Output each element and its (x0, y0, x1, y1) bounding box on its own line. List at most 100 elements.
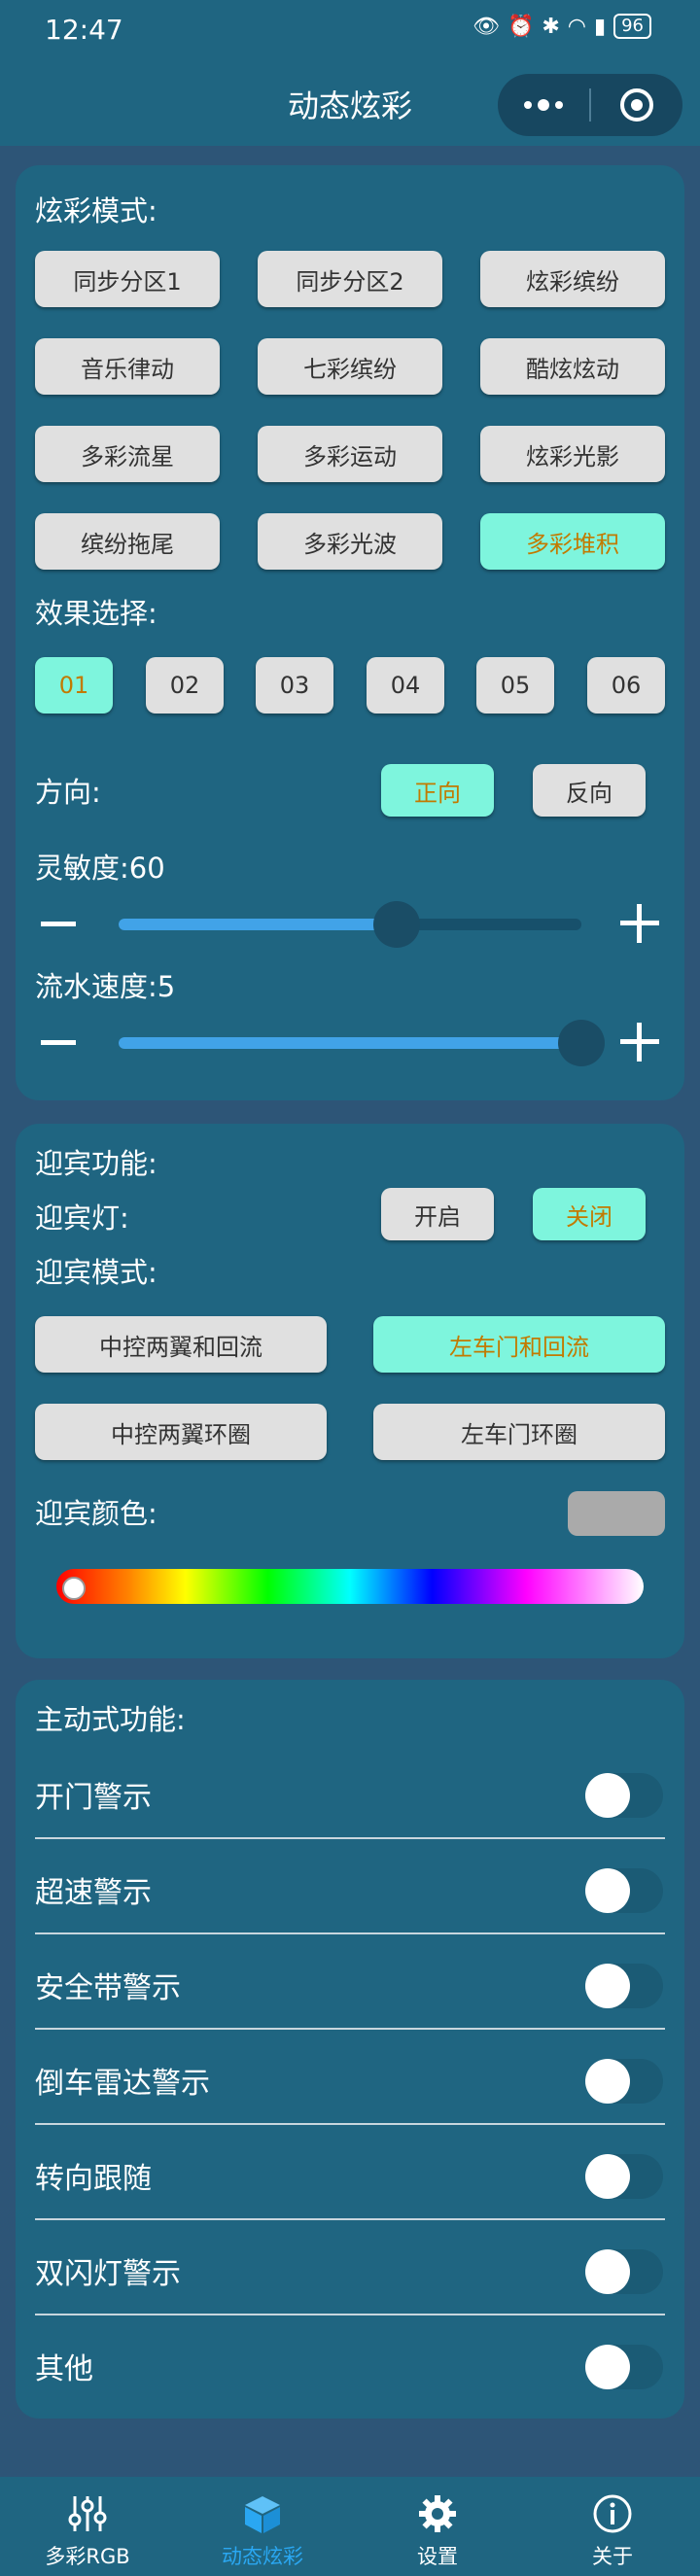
effect-button-selected[interactable]: 01 (35, 657, 113, 714)
close-miniapp-button[interactable] (591, 74, 682, 136)
welcome-light-label: 迎宾灯: (35, 1201, 129, 1235)
direction-reverse-button[interactable]: 反向 (533, 764, 646, 817)
toggle-row: 超速警示 (35, 1839, 665, 1934)
welcome-mode-label: 迎宾模式: (35, 1256, 158, 1289)
welcome-card: 迎宾功能: 迎宾灯: 开启 关闭 迎宾模式: 中控两翼和回流 左车门和回流 中控… (16, 1124, 684, 1658)
welcome-on-button[interactable]: 开启 (381, 1188, 494, 1240)
direction-forward-button[interactable]: 正向 (381, 764, 494, 817)
mode-button[interactable]: 七彩缤纷 (258, 338, 442, 395)
toggle-label: 安全带警示 (35, 1971, 181, 2005)
mode-button[interactable]: 同步分区2 (258, 251, 442, 307)
door-warning-toggle[interactable] (585, 1773, 663, 1818)
effect-section-title: 效果选择: (35, 597, 158, 630)
mode-button[interactable]: 炫彩缤纷 (480, 251, 665, 307)
sensitivity-slider-fill (119, 919, 397, 930)
mode-button[interactable]: 音乐律动 (35, 338, 220, 395)
welcome-mode-button[interactable]: 左车门环圈 (373, 1404, 665, 1460)
sensitivity-value: 60 (128, 852, 165, 885)
status-time: 12:47 (45, 14, 123, 46)
sensitivity-slider[interactable] (119, 901, 581, 948)
cube-icon (241, 2492, 284, 2535)
mode-button[interactable]: 多彩流星 (35, 426, 220, 482)
status-icons: 👁 ⏰ ✱ ◠ ▮ 96 (472, 14, 651, 39)
effect-button[interactable]: 02 (146, 657, 224, 714)
more-button[interactable] (498, 74, 589, 136)
target-icon (620, 88, 653, 122)
other-toggle[interactable] (585, 2345, 663, 2389)
effect-button[interactable]: 03 (256, 657, 333, 714)
sensitivity-label: 灵敏度:60 (35, 852, 165, 885)
effect-button[interactable]: 04 (367, 657, 444, 714)
tab-settings[interactable]: 设置 (350, 2477, 525, 2576)
gear-icon (416, 2492, 459, 2535)
direction-label: 方向: (35, 776, 101, 809)
welcome-mode-button-selected[interactable]: 左车门和回流 (373, 1316, 665, 1373)
turn-follow-toggle[interactable] (585, 2154, 663, 2199)
toggle-row: 倒车雷达警示 (35, 2030, 665, 2125)
signal-icon: ▮ (593, 14, 607, 39)
welcome-off-button[interactable]: 关闭 (533, 1188, 646, 1240)
speed-slider-fill (119, 1037, 581, 1049)
effect-button[interactable]: 06 (587, 657, 665, 714)
speed-minus-button[interactable] (41, 1040, 76, 1045)
toggle-row: 开门警示 (35, 1744, 665, 1839)
alarm-icon: ⏰ (507, 14, 535, 39)
mode-button[interactable]: 酷炫炫动 (480, 338, 665, 395)
mode-button[interactable]: 炫彩光影 (480, 426, 665, 482)
sensitivity-slider-thumb[interactable] (373, 901, 420, 948)
tab-label: 设置 (417, 2545, 458, 2568)
speed-slider[interactable] (119, 1020, 605, 1066)
toggle-row: 转向跟随 (35, 2125, 665, 2220)
wifi-icon: ◠ (567, 14, 586, 39)
sensitivity-minus-button[interactable] (41, 922, 76, 926)
effect-button[interactable]: 05 (476, 657, 554, 714)
info-icon (591, 2492, 634, 2535)
toggle-label: 开门警示 (35, 1781, 152, 1815)
tab-about[interactable]: 关于 (525, 2477, 700, 2576)
color-picker-bar[interactable] (56, 1569, 644, 1604)
color-picker-knob[interactable] (62, 1577, 86, 1600)
more-icon (524, 99, 563, 111)
tab-dynamic[interactable]: 动态炫彩 (175, 2477, 350, 2576)
sliders-icon (66, 2492, 109, 2535)
eye-icon: 👁 (472, 14, 500, 39)
tab-rgb[interactable]: 多彩RGB (0, 2477, 175, 2576)
welcome-section-title: 迎宾功能: (35, 1147, 158, 1180)
top-bar: 12:47 👁 ⏰ ✱ ◠ ▮ 96 动态炫彩 (0, 0, 700, 146)
seatbelt-warning-toggle[interactable] (585, 1964, 663, 2008)
mode-button-selected[interactable]: 多彩堆积 (480, 513, 665, 570)
speed-plus-button[interactable] (620, 1023, 659, 1062)
bottom-tab-bar: 多彩RGB 动态炫彩 设置 关于 (0, 2477, 700, 2576)
welcome-color-label: 迎宾颜色: (35, 1497, 158, 1530)
toggle-label: 其他 (35, 2352, 93, 2386)
sensitivity-plus-button[interactable] (620, 904, 659, 943)
mode-section-title: 炫彩模式: (35, 194, 158, 227)
toggle-label: 转向跟随 (35, 2162, 152, 2196)
welcome-mode-button[interactable]: 中控两翼和回流 (35, 1316, 327, 1373)
tab-label: 动态炫彩 (222, 2545, 303, 2568)
welcome-mode-button[interactable]: 中控两翼环圈 (35, 1404, 327, 1460)
active-features-card: 主动式功能: 开门警示 超速警示 安全带警示 倒车雷达警示 转向跟随 双闪灯警示… (16, 1680, 684, 2419)
toggle-label: 双闪灯警示 (35, 2257, 181, 2291)
mode-button[interactable]: 多彩运动 (258, 426, 442, 482)
reverse-radar-toggle[interactable] (585, 2059, 663, 2104)
tab-label: 多彩RGB (45, 2545, 130, 2568)
toggle-label: 超速警示 (35, 1876, 152, 1910)
mode-card: 炫彩模式: 同步分区1 同步分区2 炫彩缤纷 音乐律动 七彩缤纷 酷炫炫动 多彩… (16, 165, 684, 1100)
welcome-color-swatch[interactable] (568, 1491, 665, 1536)
miniapp-capsule (498, 74, 682, 136)
mode-button[interactable]: 多彩光波 (258, 513, 442, 570)
toggle-row: 其他 (35, 2315, 665, 2411)
overspeed-warning-toggle[interactable] (585, 1868, 663, 1913)
mode-button[interactable]: 缤纷拖尾 (35, 513, 220, 570)
mode-button[interactable]: 同步分区1 (35, 251, 220, 307)
battery-indicator: 96 (613, 14, 651, 39)
hazard-warning-toggle[interactable] (585, 2249, 663, 2294)
speed-value: 5 (157, 970, 176, 1003)
speed-label: 流水速度:5 (35, 970, 176, 1003)
speed-slider-thumb[interactable] (558, 1020, 605, 1066)
active-section-title: 主动式功能: (35, 1703, 186, 1736)
bluetooth-icon: ✱ (542, 14, 560, 39)
toggle-label: 倒车雷达警示 (35, 2067, 210, 2101)
toggle-row: 双闪灯警示 (35, 2220, 665, 2315)
